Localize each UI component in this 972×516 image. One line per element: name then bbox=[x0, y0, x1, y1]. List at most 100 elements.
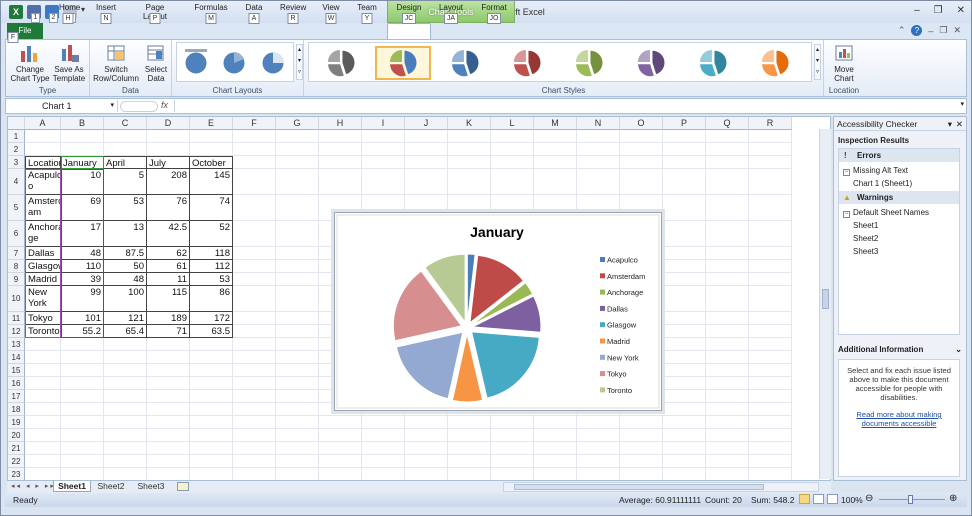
grid-cell[interactable] bbox=[706, 390, 749, 403]
row-header[interactable]: 19 bbox=[8, 416, 25, 429]
grid-cell[interactable] bbox=[534, 455, 577, 468]
collapse-chevron-icon[interactable]: ⌄ bbox=[955, 345, 962, 354]
switch-row-column-button[interactable]: Switch Row/Column bbox=[92, 43, 140, 83]
tab-format[interactable]: Format JO bbox=[481, 3, 507, 24]
chart-style-2-thumbnail[interactable] bbox=[375, 46, 431, 80]
grid-cell[interactable] bbox=[276, 377, 319, 390]
grid-cell[interactable] bbox=[706, 325, 749, 338]
grid-cell[interactable] bbox=[663, 442, 706, 455]
grid-cell[interactable] bbox=[61, 351, 104, 364]
value-cell[interactable]: 63.5 bbox=[190, 325, 233, 338]
grid-cell[interactable] bbox=[276, 130, 319, 143]
grid-cell[interactable] bbox=[749, 455, 792, 468]
value-cell[interactable]: 121 bbox=[104, 312, 147, 325]
grid-cell[interactable] bbox=[190, 429, 233, 442]
save-as-template-button[interactable]: Save As Template bbox=[50, 43, 88, 83]
grid-cell[interactable] bbox=[319, 416, 362, 429]
grid-cell[interactable] bbox=[706, 403, 749, 416]
styles-scroll-icon[interactable]: ▴ ▾ ▿ bbox=[814, 44, 821, 80]
grid-cell[interactable] bbox=[319, 429, 362, 442]
grid-cell[interactable] bbox=[61, 468, 104, 480]
grid-cell[interactable] bbox=[663, 468, 706, 480]
grid-cell[interactable] bbox=[663, 416, 706, 429]
grid-cell[interactable] bbox=[534, 429, 577, 442]
grid-cell[interactable] bbox=[534, 169, 577, 195]
grid-cell[interactable] bbox=[147, 377, 190, 390]
grid-cell[interactable] bbox=[706, 130, 749, 143]
grid-cell[interactable] bbox=[405, 455, 448, 468]
grid-cell[interactable] bbox=[534, 468, 577, 480]
column-header[interactable]: P bbox=[663, 117, 706, 130]
grid-cell[interactable] bbox=[663, 143, 706, 156]
grid-cell[interactable] bbox=[147, 416, 190, 429]
column-header[interactable]: H bbox=[319, 117, 362, 130]
grid-cell[interactable] bbox=[405, 130, 448, 143]
select-all-corner[interactable] bbox=[8, 117, 25, 130]
grid-cell[interactable] bbox=[749, 468, 792, 480]
table-header-cell[interactable]: April bbox=[104, 156, 147, 169]
row-header[interactable]: 15 bbox=[8, 364, 25, 377]
grid-cell[interactable] bbox=[190, 442, 233, 455]
chart-style-7-thumbnail[interactable] bbox=[685, 46, 741, 80]
grid-cell[interactable] bbox=[190, 390, 233, 403]
grid-cell[interactable] bbox=[448, 468, 491, 480]
grid-cell[interactable] bbox=[749, 156, 792, 169]
grid-cell[interactable] bbox=[61, 442, 104, 455]
grid-cell[interactable] bbox=[405, 416, 448, 429]
value-cell[interactable]: 112 bbox=[190, 260, 233, 273]
expand-formula-bar-icon[interactable]: ▾ bbox=[960, 100, 964, 108]
info-link[interactable]: Read more about making documents accessi… bbox=[845, 410, 953, 428]
grid-cell[interactable] bbox=[706, 156, 749, 169]
grid-cell[interactable] bbox=[233, 130, 276, 143]
value-cell[interactable]: 71 bbox=[147, 325, 190, 338]
grid-cell[interactable] bbox=[276, 312, 319, 325]
grid-cell[interactable] bbox=[405, 442, 448, 455]
grid-cell[interactable] bbox=[147, 442, 190, 455]
collapse-icon[interactable]: − bbox=[843, 169, 850, 176]
layout-1-thumbnail[interactable] bbox=[179, 45, 213, 79]
grid-cell[interactable] bbox=[362, 468, 405, 480]
column-header[interactable]: G bbox=[276, 117, 319, 130]
grid-cell[interactable] bbox=[233, 403, 276, 416]
grid-cell[interactable] bbox=[61, 455, 104, 468]
grid-cell[interactable] bbox=[233, 442, 276, 455]
grid-cell[interactable] bbox=[61, 403, 104, 416]
grid-cell[interactable] bbox=[491, 169, 534, 195]
value-cell[interactable]: 76 bbox=[147, 195, 190, 221]
grid-cell[interactable] bbox=[276, 156, 319, 169]
grid-cell[interactable] bbox=[233, 429, 276, 442]
change-chart-type-button[interactable]: Change Chart Type bbox=[10, 43, 50, 83]
grid-cell[interactable] bbox=[147, 130, 190, 143]
row-header[interactable]: 4 bbox=[8, 169, 25, 195]
grid-cell[interactable] bbox=[25, 377, 61, 390]
grid-cell[interactable] bbox=[663, 364, 706, 377]
grid-cell[interactable] bbox=[25, 468, 61, 480]
grid-cell[interactable] bbox=[233, 273, 276, 286]
value-cell[interactable]: 50 bbox=[104, 260, 147, 273]
sheet-tab-sheet2[interactable]: Sheet2 bbox=[93, 481, 129, 492]
grid-cell[interactable] bbox=[405, 429, 448, 442]
grid-cell[interactable] bbox=[749, 390, 792, 403]
grid-cell[interactable] bbox=[319, 455, 362, 468]
grid-cell[interactable] bbox=[620, 442, 663, 455]
collapse-icon[interactable]: − bbox=[843, 211, 850, 218]
column-header[interactable]: J bbox=[405, 117, 448, 130]
value-cell[interactable]: 52 bbox=[190, 221, 233, 247]
grid-cell[interactable] bbox=[749, 273, 792, 286]
warning-item-sheet1[interactable]: Sheet1 bbox=[853, 221, 878, 230]
grid-cell[interactable] bbox=[706, 273, 749, 286]
grid-cell[interactable] bbox=[233, 377, 276, 390]
grid-cell[interactable] bbox=[233, 143, 276, 156]
grid-cell[interactable] bbox=[663, 377, 706, 390]
layout-3-thumbnail[interactable] bbox=[255, 45, 291, 79]
grid-cell[interactable] bbox=[577, 156, 620, 169]
grid-cell[interactable] bbox=[706, 377, 749, 390]
tab-insert[interactable]: Insert N bbox=[95, 3, 117, 24]
grid-cell[interactable] bbox=[104, 130, 147, 143]
grid-cell[interactable] bbox=[104, 143, 147, 156]
grid-cell[interactable] bbox=[362, 455, 405, 468]
grid-cell[interactable] bbox=[104, 403, 147, 416]
grid-cell[interactable] bbox=[663, 247, 706, 260]
grid-cell[interactable] bbox=[749, 442, 792, 455]
restore-icon[interactable]: ❐ bbox=[934, 5, 943, 16]
